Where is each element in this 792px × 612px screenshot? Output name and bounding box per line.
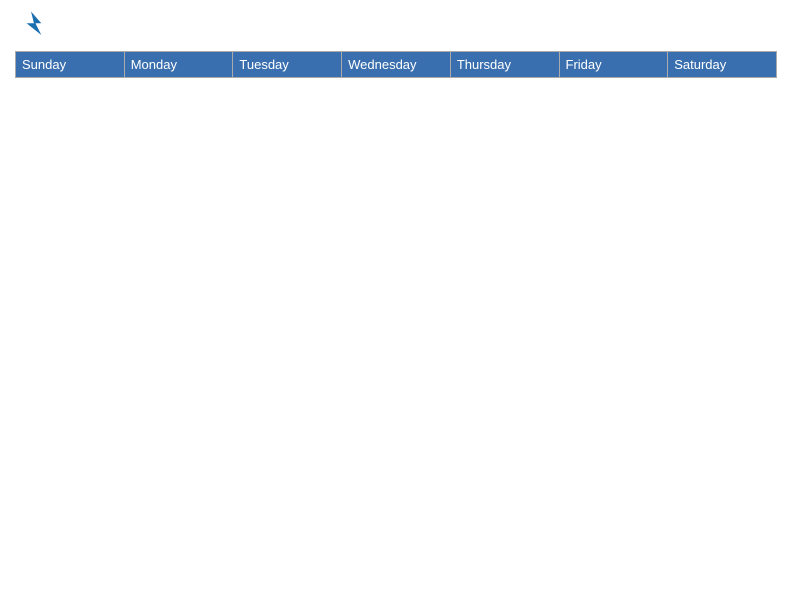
logo-icon: [17, 10, 45, 38]
weekday-header: Saturday: [668, 52, 777, 78]
logo: [15, 10, 45, 43]
header-row: SundayMondayTuesdayWednesdayThursdayFrid…: [16, 52, 777, 78]
calendar-table: SundayMondayTuesdayWednesdayThursdayFrid…: [15, 51, 777, 78]
weekday-header: Tuesday: [233, 52, 342, 78]
weekday-header: Wednesday: [342, 52, 451, 78]
weekday-header: Thursday: [450, 52, 559, 78]
weekday-header: Friday: [559, 52, 668, 78]
weekday-header: Monday: [124, 52, 233, 78]
page: SundayMondayTuesdayWednesdayThursdayFrid…: [0, 0, 792, 88]
weekday-header: Sunday: [16, 52, 125, 78]
header: [15, 10, 777, 43]
